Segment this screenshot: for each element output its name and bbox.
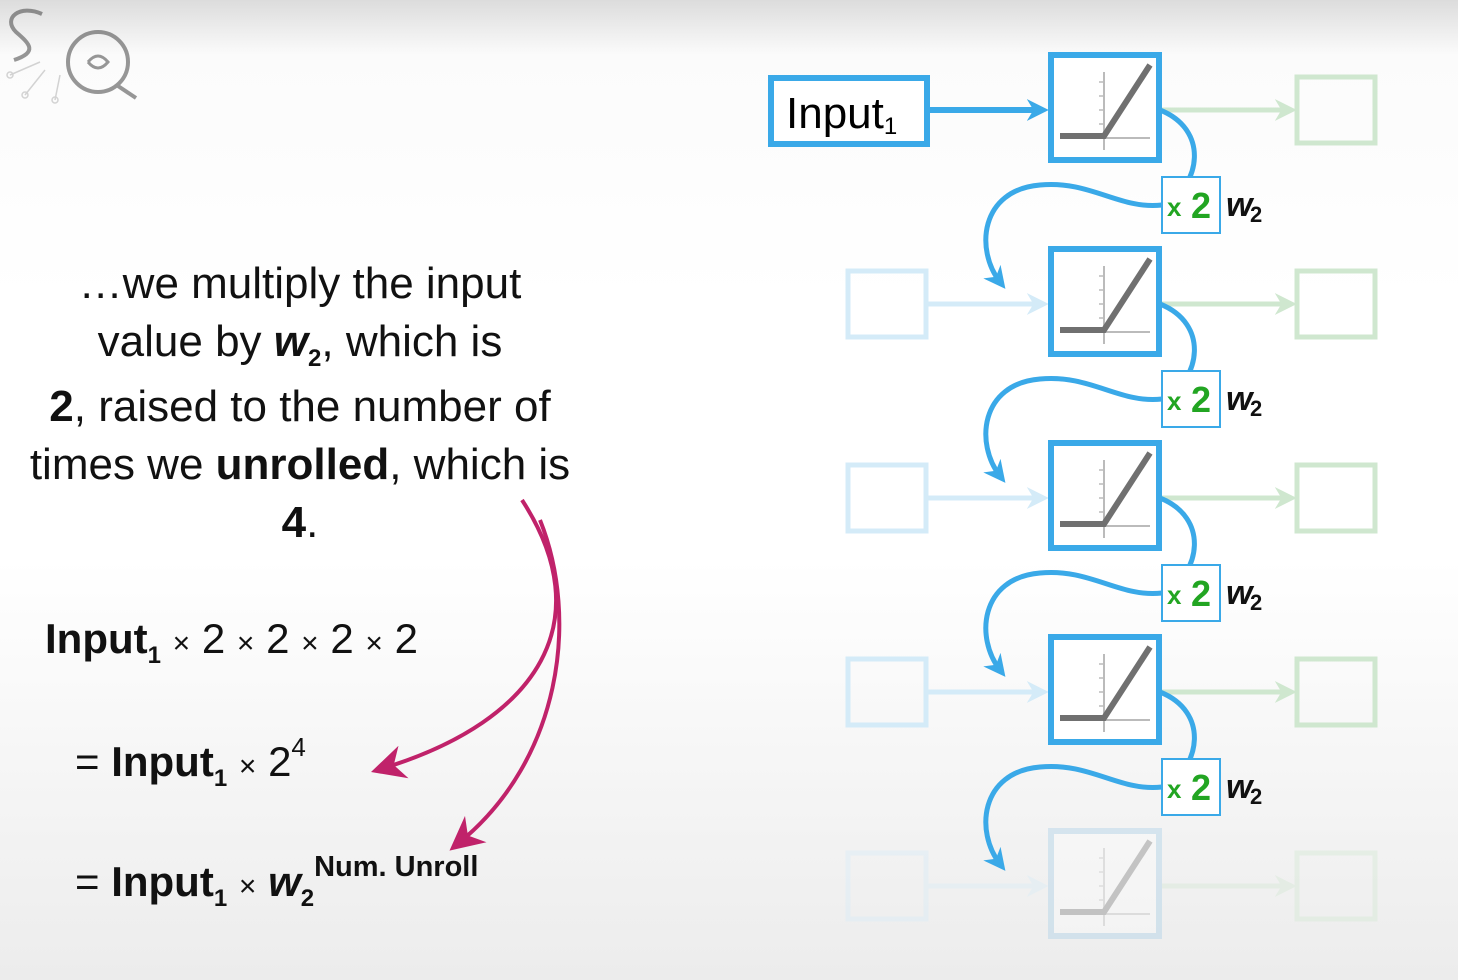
multiplier-value: 2 <box>1191 573 1211 614</box>
faded-output-box <box>1294 268 1378 340</box>
weight-subscript: 2 <box>1250 784 1262 809</box>
arrow-to-general <box>449 519 562 851</box>
faded-output-box <box>1294 74 1378 146</box>
faded-input-box <box>845 268 929 340</box>
unroll-row-4 <box>845 634 1378 745</box>
faded-output-box <box>1294 850 1378 922</box>
faded-output-box <box>1294 462 1378 534</box>
unroll-row-2 <box>845 246 1378 357</box>
unrolled-rnn-diagram: Input1 x 2 w2x 2 w2x 2 w2x 2 w2 <box>371 52 1378 939</box>
multiplier-value: 2 <box>1191 185 1211 226</box>
arrow-to-power <box>371 498 559 779</box>
faded-output-box <box>1294 656 1378 728</box>
multiplier-value: 2 <box>1191 379 1211 420</box>
faded-input-box <box>845 462 929 534</box>
weight-subscript: 2 <box>1250 396 1262 421</box>
multiplier-times: x <box>1167 774 1182 804</box>
multiplier-times: x <box>1167 580 1182 610</box>
weight-subscript: 2 <box>1250 590 1262 615</box>
multiplier-times: x <box>1167 386 1182 416</box>
unroll-row-5 <box>845 828 1378 939</box>
weight-subscript: 2 <box>1250 202 1262 227</box>
input-label: Input1 <box>786 89 897 140</box>
unroll-row-1 <box>1048 52 1378 163</box>
faded-input-box <box>845 656 929 728</box>
multiplier-times: x <box>1167 192 1182 222</box>
faded-input-box <box>845 850 929 922</box>
multiplier-value: 2 <box>1191 767 1211 808</box>
unroll-row-3 <box>845 440 1378 551</box>
